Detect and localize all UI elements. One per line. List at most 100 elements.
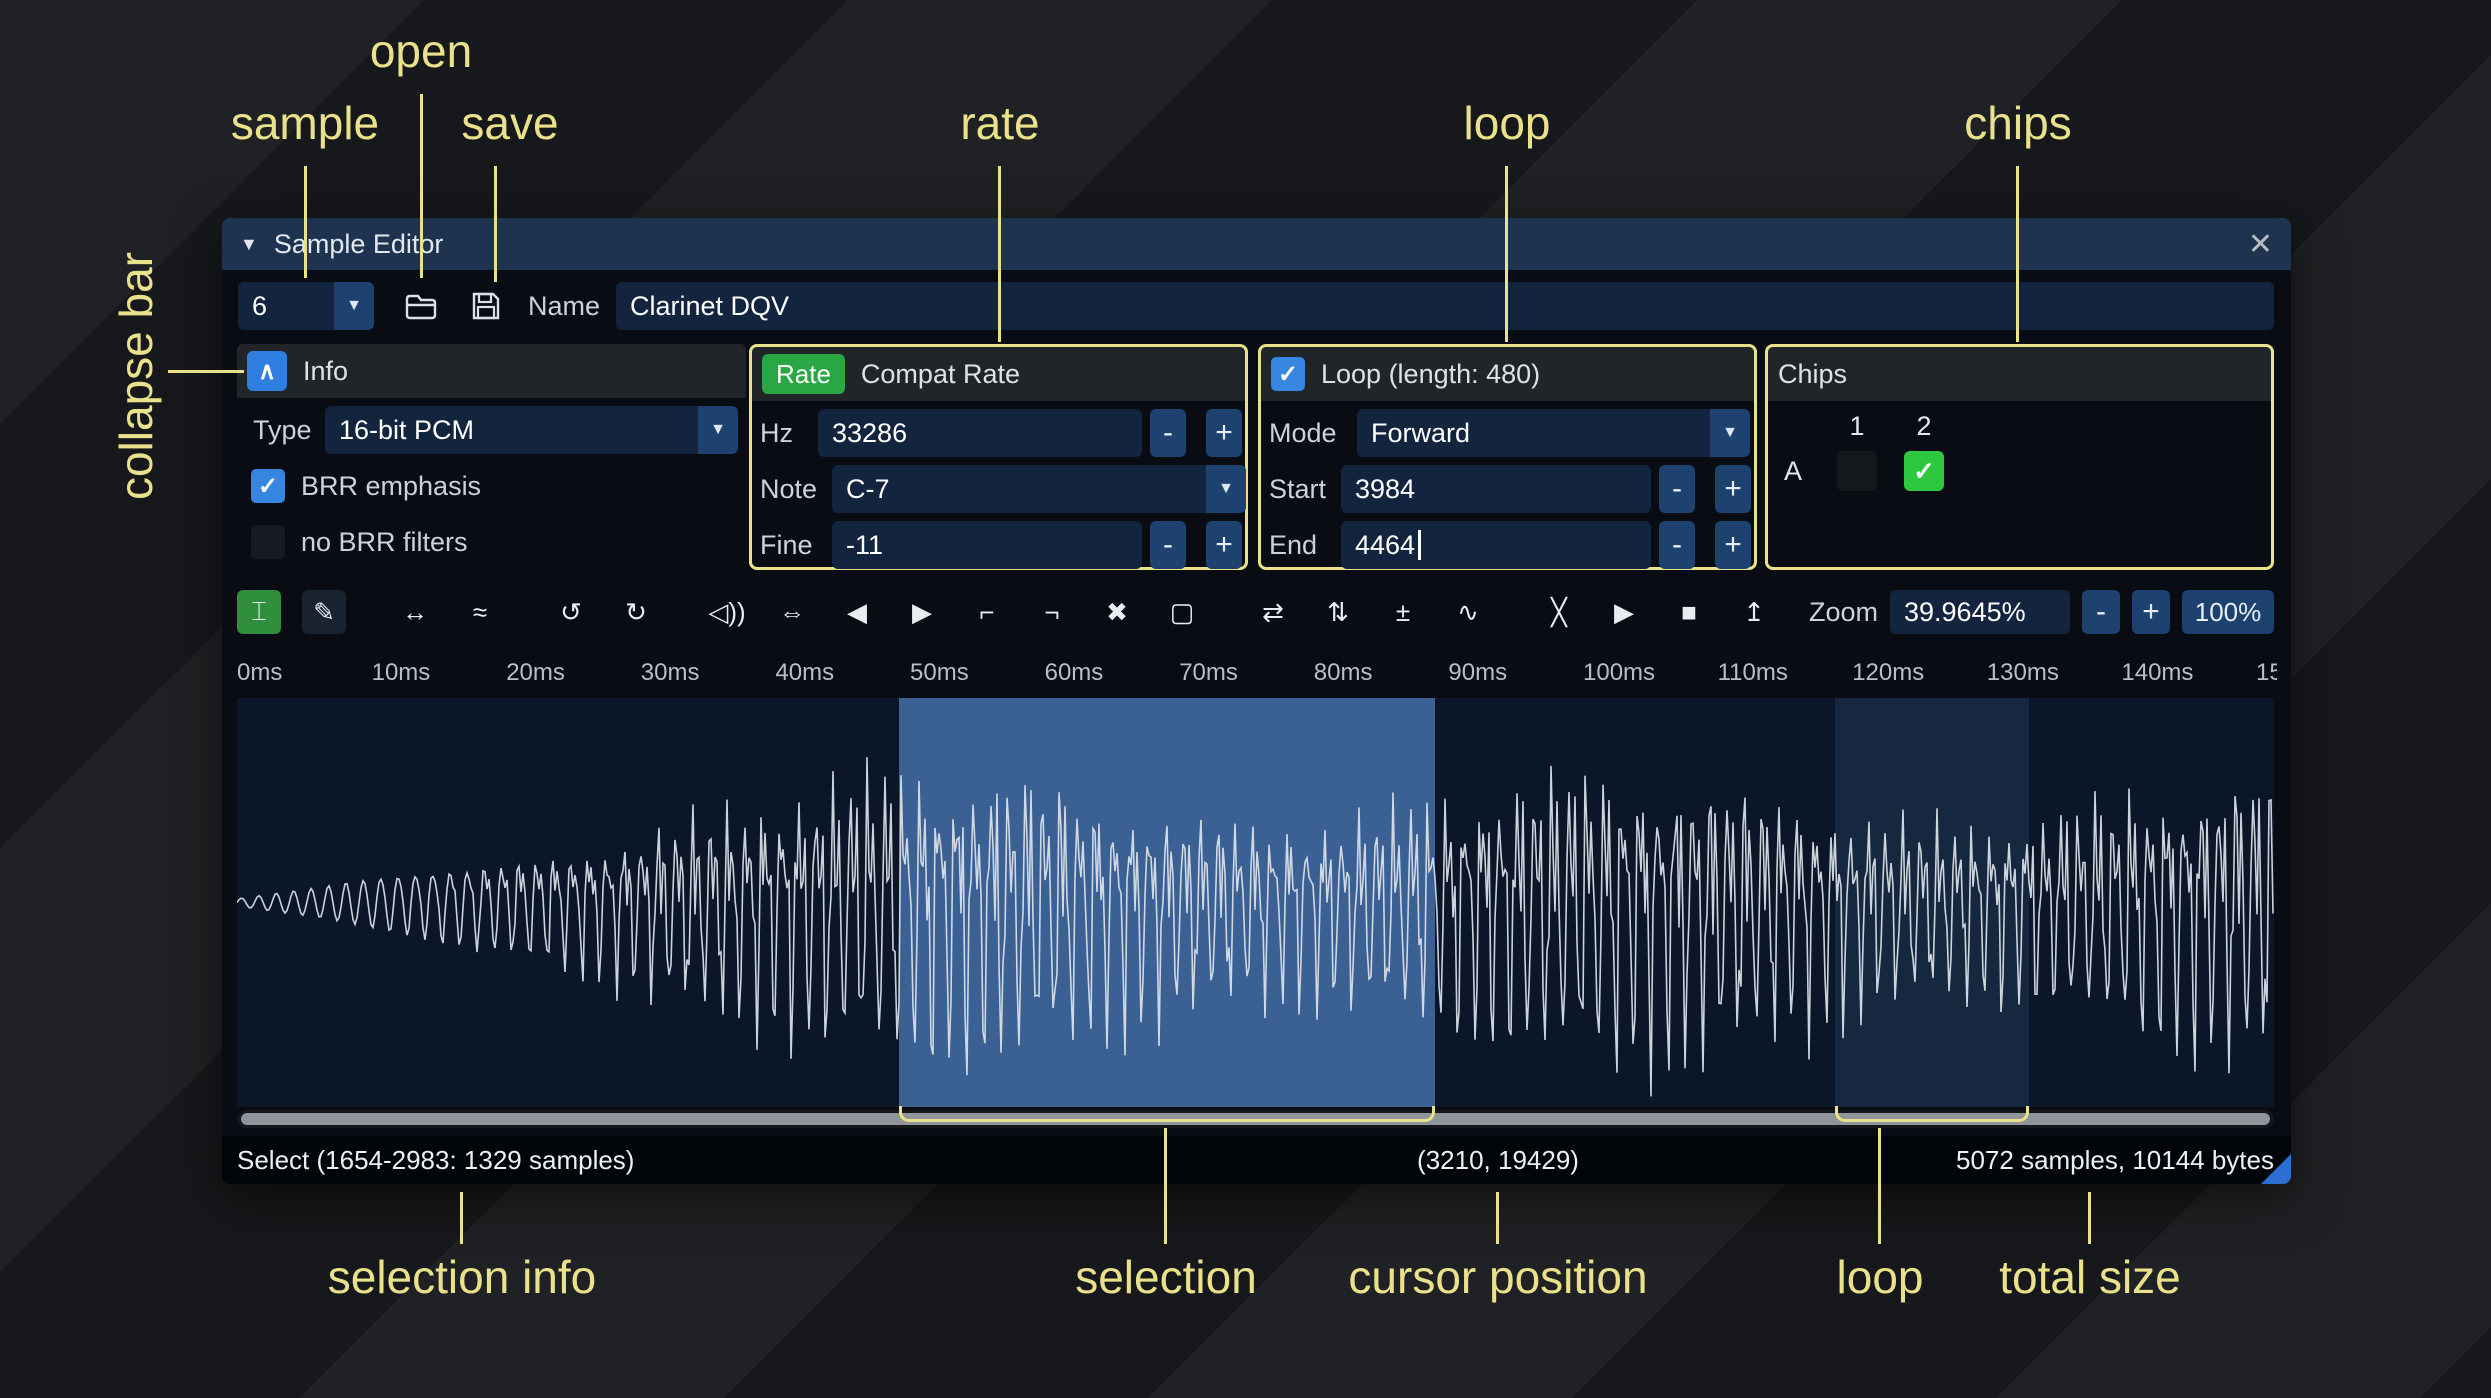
stop-preview-icon: ■ [1681,596,1697,627]
apply-silence-button[interactable]: ¬ [1030,590,1074,634]
signed-unsigned-button[interactable]: ± [1381,590,1425,634]
fade-in-icon: ◀ [847,596,867,627]
trim-button[interactable]: ▢ [1160,590,1204,634]
reverse-button[interactable]: ⇄ [1251,590,1295,634]
hz-input[interactable]: 33286 [818,409,1142,457]
loop-start-decrease-button[interactable]: - [1659,465,1695,513]
status-total-size: 5072 samples, 10144 bytes [1956,1145,2274,1175]
undo-icon: ↺ [560,596,582,627]
annotation-line-collapse-bar [168,370,244,373]
loop-start-input[interactable]: 3984 [1341,465,1651,513]
chip-a2-checkbox[interactable]: ✓ [1904,451,1944,491]
chevron-down-icon: ▼ [698,406,738,454]
normalize-button[interactable]: ⇔ [770,590,814,634]
annotation-line-loop [1505,166,1508,342]
annotation-sample: sample [230,97,380,149]
loop-end-increase-button[interactable]: + [1715,521,1751,569]
check-icon: ✓ [257,472,279,500]
note-select[interactable]: C-7 ▼ [832,465,1246,513]
zoom-reset-button[interactable]: 100% [2182,590,2274,634]
fine-decrease-button[interactable]: - [1150,521,1186,569]
stop-preview-button[interactable]: ■ [1667,590,1711,634]
loop-start-increase-button[interactable]: + [1715,465,1751,513]
rate-mode-button[interactable]: Rate [762,354,845,394]
fine-input[interactable]: -11 [832,521,1142,569]
crossfade-button[interactable]: ╳ [1537,590,1581,634]
crossfade-icon: ╳ [1551,596,1567,627]
window-collapse-icon[interactable]: ▼ [240,234,258,255]
loop-mode-label: Mode [1269,418,1337,448]
annotation-collapse-bar: collapse bar [110,251,162,501]
rate-panel: Rate Compat Rate Hz 33286 - + Note C-7 ▼… [749,344,1248,570]
hz-decrease-button[interactable]: - [1150,409,1186,457]
chip-a1-checkbox[interactable] [1837,451,1877,491]
window-resize-grip[interactable] [2261,1154,2291,1184]
chip-row-a-label: A [1784,456,1803,486]
redo-button[interactable]: ↻ [614,590,658,634]
timeline-label: 80ms [1313,659,1373,686]
chevron-down-icon: ▼ [334,282,374,330]
info-header-label: Info [303,355,349,386]
timeline-label: 0ms [237,659,283,686]
resize-button[interactable]: ↔ [393,590,437,634]
annotation-line-loop-bottom [1878,1128,1881,1244]
amplify-icon: ◁)) [708,596,746,627]
draw-tool-button[interactable]: ✎ [302,590,346,634]
delete-button[interactable]: ✖ [1095,590,1139,634]
zoom-in-button[interactable]: + [2132,590,2170,634]
sample-type-select[interactable]: 16-bit PCM ▼ [325,406,738,454]
loop-start-label: Start [1269,474,1327,504]
filter-button[interactable]: ∿ [1446,590,1490,634]
annotation-line-selection-info [460,1192,463,1244]
annotation-line-chips [2016,166,2019,342]
select-tool-button[interactable]: ⌶ [237,590,281,634]
create-wavetable-icon: ↥ [1743,596,1765,627]
invert-button[interactable]: ⇅ [1316,590,1360,634]
chip-column-2-label: 2 [1916,411,1932,441]
note-value: C-7 [846,473,890,504]
open-folder-icon [405,294,437,320]
info-panel-header: ∧ Info [237,344,746,398]
annotation-line-cursor-position [1496,1192,1499,1244]
type-label: Type [253,415,312,445]
create-wavetable-button[interactable]: ↥ [1732,590,1776,634]
invert-icon: ⇅ [1327,596,1349,627]
brr-emphasis-label: BRR emphasis [301,471,482,501]
info-panel: ∧ Info Type 16-bit PCM ▼ ✓ BRR emphasis … [237,344,746,570]
sample-name-input[interactable]: Clarinet DQV [616,282,2274,330]
loop-bracket [1835,1106,2029,1122]
brr-emphasis-checkbox[interactable]: ✓ [251,469,285,503]
timeline-label: 70ms [1179,659,1238,686]
loop-enable-checkbox[interactable]: ✓ [1271,357,1305,391]
selection-bracket [899,1106,1435,1122]
preview-sample-icon: ▶ [1614,596,1634,627]
zoom-out-button[interactable]: - [2082,590,2120,634]
resample-button[interactable]: ≈ [458,590,502,634]
text-caret [1418,530,1422,560]
check-icon: ✓ [1913,455,1935,486]
loop-end-decrease-button[interactable]: - [1659,521,1695,569]
open-button[interactable] [396,282,444,330]
loop-mode-select[interactable]: Forward ▼ [1357,409,1750,457]
insert-silence-button[interactable]: ⌐ [965,590,1009,634]
fade-in-button[interactable]: ◀ [835,590,879,634]
fine-increase-button[interactable]: + [1206,521,1242,569]
preview-sample-button[interactable]: ▶ [1602,590,1646,634]
undo-button[interactable]: ↺ [549,590,593,634]
sample-number-select[interactable]: 6 ▼ [238,282,374,330]
hz-increase-button[interactable]: + [1206,409,1242,457]
save-button[interactable] [462,282,510,330]
annotation-chips: chips [1964,97,2072,149]
chevron-down-icon: ▼ [1710,409,1750,457]
annotation-selection: selection [1075,1251,1257,1303]
amplify-button[interactable]: ◁)) [705,590,749,634]
zoom-input[interactable]: 39.9645% [1890,590,2070,634]
no-brr-filters-checkbox[interactable] [251,525,285,559]
check-icon: ✓ [1277,360,1299,388]
info-collapse-button[interactable]: ∧ [247,351,287,391]
close-button[interactable]: ✕ [2248,227,2273,262]
fade-out-button[interactable]: ▶ [900,590,944,634]
annotation-line-selection [1164,1128,1167,1244]
waveform-display[interactable] [237,698,2274,1107]
loop-end-input[interactable]: 4464 [1341,521,1651,569]
